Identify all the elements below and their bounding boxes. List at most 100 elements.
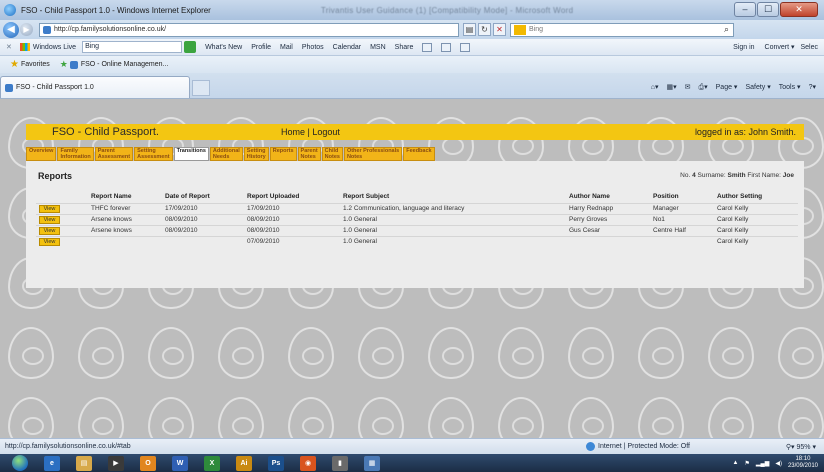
toolbar-link-mail[interactable]: Mail bbox=[280, 44, 293, 51]
read-mail-icon[interactable]: ✉ bbox=[685, 83, 691, 91]
maximize-button[interactable]: ☐ bbox=[757, 2, 779, 17]
toolbar-link-share[interactable]: Share bbox=[395, 44, 414, 51]
volume-icon[interactable]: ◀) bbox=[775, 460, 782, 467]
app-tab-transitions[interactable]: Transitions bbox=[173, 147, 209, 161]
command-bar: ⌂▾ ▦▾ ✉ ⎙▾ Page ▾ Safety ▾ Tools ▾ ?▾ bbox=[651, 76, 824, 98]
toolbar-calendar-icon[interactable] bbox=[441, 42, 452, 52]
page-menu[interactable]: Page ▾ bbox=[716, 83, 738, 91]
app-tab-parent[interactable]: Parent Assessment bbox=[94, 147, 134, 161]
internet-explorer-taskbar-icon[interactable]: e bbox=[44, 455, 60, 471]
watermark-logo-icon bbox=[568, 397, 614, 438]
toolbar-messenger-icon[interactable] bbox=[460, 42, 471, 52]
search-icon[interactable]: ⌕ bbox=[724, 24, 729, 35]
background-window-title: Trivantis User Guidance (1) [Compatibili… bbox=[320, 5, 574, 15]
new-tab-button[interactable] bbox=[192, 80, 210, 96]
windows-live-search-input[interactable]: Bing bbox=[82, 41, 183, 53]
start-button-icon[interactable] bbox=[12, 455, 28, 471]
windows-live-label[interactable]: Windows Live bbox=[33, 44, 76, 51]
toolbar-link-photos[interactable]: Photos bbox=[302, 44, 324, 51]
forward-button[interactable]: ▶ bbox=[20, 23, 33, 36]
app-tab-setting[interactable]: Setting Assessment bbox=[134, 147, 173, 161]
view-report-button[interactable]: View bbox=[39, 215, 60, 224]
close-button[interactable]: ✕ bbox=[780, 2, 818, 17]
pupil-info: No. 4 Surname: Smith First Name: Joe bbox=[680, 172, 794, 179]
taskbar-clock[interactable]: 18:10 23/09/2010 bbox=[788, 456, 818, 470]
stop-icon[interactable]: ✕ bbox=[493, 23, 506, 36]
watermark-logo-icon bbox=[8, 327, 54, 379]
help-icon[interactable]: ?▾ bbox=[809, 83, 816, 91]
toolbar-link-calendar[interactable]: Calendar bbox=[333, 44, 361, 51]
remote-desktop-taskbar-icon[interactable]: ▦ bbox=[364, 455, 380, 471]
column-header-author-setting: Author Setting bbox=[717, 193, 763, 201]
security-zone[interactable]: Internet | Protected Mode: Off bbox=[586, 442, 690, 451]
address-field[interactable]: http://cp.familysolutionsonline.co.uk/ bbox=[39, 22, 459, 37]
print-icon[interactable]: ⎙▾ bbox=[699, 83, 708, 92]
select-pdf-button[interactable]: Selec bbox=[800, 44, 818, 51]
action-center-flag-icon[interactable]: ⚑ bbox=[744, 460, 749, 467]
watermark-logo-icon bbox=[218, 327, 264, 379]
search-field[interactable]: Bing ⌕ bbox=[510, 22, 734, 37]
word-taskbar-icon[interactable]: W bbox=[172, 455, 188, 471]
app-tab-setting[interactable]: Setting History bbox=[243, 147, 269, 161]
cell-author-setting: Carol Kelly bbox=[714, 224, 798, 236]
browser-tab-active[interactable]: FSO - Child Passport 1.0 bbox=[0, 76, 190, 98]
status-bar: http://cp.familysolutionsonline.co.uk/#t… bbox=[0, 438, 824, 454]
back-button[interactable]: ◀ bbox=[3, 21, 19, 38]
cell-report-subject: 1.0 General bbox=[340, 224, 566, 236]
feeds-icon[interactable]: ▦▾ bbox=[667, 83, 677, 91]
home-icon[interactable]: ⌂▾ bbox=[651, 83, 659, 91]
watermark-logo-icon bbox=[288, 327, 334, 379]
app-tab-reports[interactable]: Reports bbox=[269, 147, 297, 161]
tools-menu[interactable]: Tools ▾ bbox=[779, 83, 801, 91]
table-row: View Arsene knows 08/09/2010 08/09/2010 1.0 … bbox=[36, 213, 798, 225]
outlook-taskbar-icon[interactable]: O bbox=[140, 455, 156, 471]
file-explorer-taskbar-icon[interactable]: ▤ bbox=[76, 455, 92, 471]
photoshop-taskbar-icon[interactable]: Ps bbox=[268, 455, 284, 471]
windows-live-search-go-icon[interactable] bbox=[184, 41, 197, 53]
cell-report-subject: 1.2 Communication, language and literacy bbox=[340, 202, 566, 214]
minimize-button[interactable]: – bbox=[734, 2, 756, 17]
add-favorite-icon[interactable]: ★ bbox=[60, 59, 68, 70]
firefox-taskbar-icon[interactable]: ◉ bbox=[300, 455, 316, 471]
app-tab-child[interactable]: Child Notes bbox=[321, 147, 343, 161]
globe-icon bbox=[586, 442, 595, 451]
cell-report-uploaded: 07/09/2010 bbox=[244, 235, 340, 247]
view-report-button[interactable]: View bbox=[39, 226, 60, 235]
toolbar-link-msn[interactable]: MSN bbox=[370, 44, 386, 51]
column-header-report-name: Report Name bbox=[91, 193, 132, 201]
watermark-logo-icon bbox=[778, 397, 824, 438]
app-tab-other-professionals[interactable]: Other Professionals Notes bbox=[343, 147, 403, 161]
app-tab-family[interactable]: Family Information bbox=[57, 147, 94, 161]
app-nav-links[interactable]: Home | Logout bbox=[281, 127, 340, 137]
sign-in-link[interactable]: Sign in bbox=[733, 44, 754, 51]
media-player-taskbar-icon[interactable]: ▶ bbox=[108, 455, 124, 471]
show-hidden-icons-icon[interactable]: ▲ bbox=[733, 460, 739, 466]
refresh-icon[interactable]: ↻ bbox=[478, 23, 491, 36]
view-report-button[interactable]: View bbox=[39, 204, 60, 213]
toolbar-close-icon[interactable]: ✕ bbox=[6, 43, 12, 51]
address-bar-row: ◀ ▶ http://cp.familysolutionsonline.co.u… bbox=[0, 20, 824, 39]
app-tab-parent[interactable]: Parent Notes bbox=[297, 147, 321, 161]
favorites-button[interactable]: Favorites bbox=[21, 61, 50, 68]
favorite-item[interactable]: ★ FSO - Online Managemen... bbox=[60, 59, 169, 70]
app-tab-additional[interactable]: Additional Needs bbox=[209, 147, 243, 161]
toolbar-blog-icon[interactable] bbox=[422, 42, 433, 52]
cell-position: Manager bbox=[650, 202, 714, 214]
convert-pdf-button[interactable]: Convert ▾ bbox=[765, 43, 795, 51]
excel-taskbar-icon[interactable]: X bbox=[204, 455, 220, 471]
toolbar-link-whats-new[interactable]: What's New bbox=[205, 44, 242, 51]
app-tab-strip: Overview Family Information Parent Assessmen… bbox=[26, 147, 436, 161]
app-tab-overview[interactable]: Overview bbox=[26, 147, 57, 161]
app-tab-feedback[interactable]: Feedback bbox=[403, 147, 435, 161]
column-header-author-name: Author Name bbox=[569, 193, 610, 201]
zoom-level[interactable]: ⚲▾ 95% ▾ bbox=[786, 443, 816, 451]
illustrator-taskbar-icon[interactable]: Ai bbox=[236, 455, 252, 471]
generic-app-taskbar-icon[interactable]: ▮ bbox=[332, 455, 348, 471]
safety-menu[interactable]: Safety ▾ bbox=[745, 83, 770, 91]
view-report-button[interactable]: View bbox=[39, 237, 60, 246]
toolbar-link-profile[interactable]: Profile bbox=[251, 44, 271, 51]
cell-author-name: Harry Rednapp bbox=[566, 202, 650, 214]
compatibility-view-icon[interactable]: ▤ bbox=[463, 23, 476, 36]
favorites-star-icon[interactable]: ★ bbox=[10, 59, 19, 70]
network-signal-icon[interactable]: ▂▄▆ bbox=[756, 460, 769, 467]
